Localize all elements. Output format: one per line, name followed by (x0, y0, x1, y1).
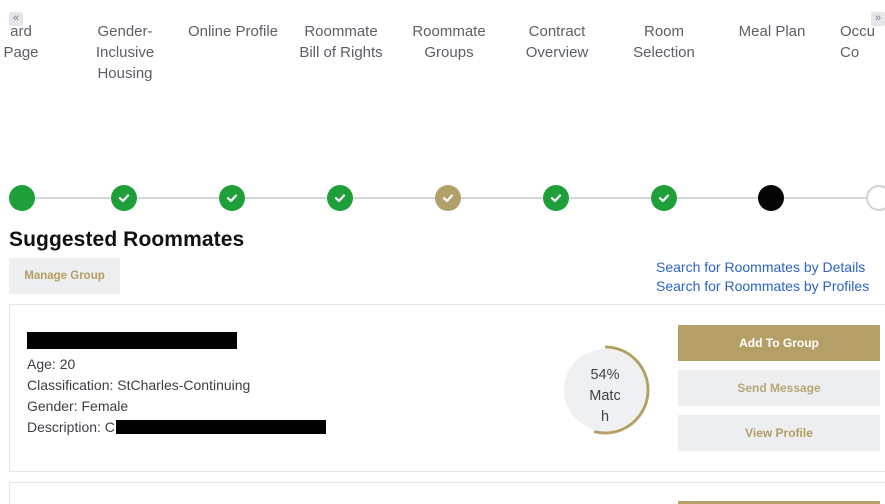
step-dot-bill-of-rights[interactable] (327, 185, 353, 211)
send-message-button[interactable]: Send Message (678, 370, 880, 406)
match-label: 54% Matc h (558, 365, 652, 428)
check-icon (226, 194, 238, 203)
step-dot-roommate-groups[interactable] (435, 185, 461, 211)
step-dot-card-page[interactable] (9, 185, 35, 211)
match-word-part2: h (600, 409, 610, 425)
step-label-room-selection[interactable]: Room Selection (609, 21, 719, 63)
manage-group-button[interactable]: Manage Group (9, 258, 120, 294)
match-word-part1: Matc (589, 388, 621, 404)
check-icon (334, 194, 346, 203)
age-text: Age: 20 (27, 356, 76, 372)
add-to-group-button[interactable]: Add To Group (678, 325, 880, 361)
roommate-card: Age: 20 Classification: StCharles-Contin… (9, 304, 885, 472)
step-label-meal-plan[interactable]: Meal Plan (717, 21, 827, 42)
redacted-description (116, 420, 326, 434)
check-icon (118, 194, 130, 203)
classification-text: Classification: StCharles-Continuing (27, 377, 251, 393)
section-title: Suggested Roommates (9, 228, 245, 251)
step-label-contract-overview[interactable]: Contract Overview (502, 21, 612, 63)
redacted-name (27, 332, 237, 349)
step-dot-contract-overview[interactable] (543, 185, 569, 211)
step-dot-gender-inclusive[interactable] (111, 185, 137, 211)
step-dot-meal-plan[interactable] (758, 185, 784, 211)
match-percent: 54% (590, 367, 620, 383)
search-by-profiles-link[interactable]: Search for Roommates by Profiles (656, 278, 869, 294)
check-icon (550, 194, 562, 203)
step-label-gender-inclusive[interactable]: Gender- Inclusive Housing (70, 21, 180, 84)
view-profile-button[interactable]: View Profile (678, 415, 880, 451)
step-navigation: « » ard Page Gender- Inclusive Housing Onli… (0, 0, 885, 230)
step-dot-occupancy[interactable] (866, 185, 885, 211)
step-dot-online-profile[interactable] (219, 185, 245, 211)
roommate-card-next (9, 482, 885, 504)
step-label-occupancy[interactable]: Occu Co (825, 21, 885, 63)
search-by-details-link[interactable]: Search for Roommates by Details (656, 259, 865, 275)
step-label-card-page[interactable]: ard Page (0, 21, 61, 63)
description-text: Description: C (27, 419, 115, 435)
step-label-online-profile[interactable]: Online Profile (178, 21, 288, 42)
gender-text: Gender: Female (27, 398, 129, 414)
step-dot-room-selection[interactable] (651, 185, 677, 211)
check-icon (658, 194, 670, 203)
check-icon (442, 194, 454, 203)
step-label-bill-of-rights[interactable]: Roommate Bill of Rights (286, 21, 396, 63)
step-label-roommate-groups[interactable]: Roommate Groups (394, 21, 504, 63)
match-score: 54% Matc h (558, 343, 652, 437)
